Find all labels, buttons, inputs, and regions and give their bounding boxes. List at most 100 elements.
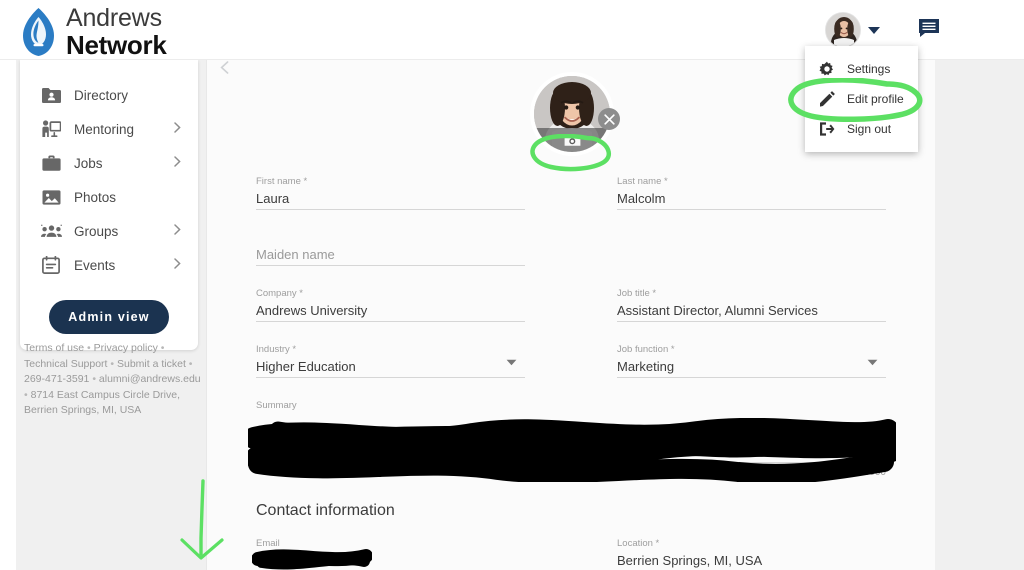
technical-support-link[interactable]: Technical Support	[24, 358, 107, 370]
last-name-field[interactable]: Last name * Malcolm	[617, 176, 886, 210]
groups-icon	[40, 220, 62, 242]
sidebar-item-label: Directory	[74, 87, 129, 103]
location-value[interactable]: Berrien Springs, MI, USA	[617, 550, 886, 570]
sidebar-item-events[interactable]: Events	[20, 248, 198, 282]
separator: •	[92, 373, 96, 385]
chevron-right-icon	[174, 120, 181, 138]
submit-ticket-link[interactable]: Submit a ticket	[117, 358, 186, 370]
gear-icon	[817, 61, 837, 77]
page-background-right	[935, 60, 1024, 570]
company-label: Company *	[256, 288, 303, 299]
page-background-left	[0, 60, 16, 570]
form-row-names: First name * Laura Last name * Malcolm	[256, 176, 886, 232]
industry-value[interactable]: Higher Education	[256, 356, 525, 378]
sign-out-icon	[817, 121, 837, 137]
sidebar-item-groups[interactable]: Groups	[20, 214, 198, 248]
maiden-name-spacer	[617, 232, 886, 266]
profile-dropdown-menu: Settings Edit profile Sign out	[805, 46, 918, 152]
location-field[interactable]: Location * Berrien Springs, MI, USA	[617, 538, 886, 570]
industry-select[interactable]: Industry * Higher Education	[256, 344, 525, 378]
profile-menu-trigger[interactable]	[825, 12, 880, 48]
separator: •	[24, 388, 28, 401]
job-function-select[interactable]: Job function * Marketing	[617, 344, 886, 378]
separator: •	[188, 357, 193, 370]
email-field[interactable]: Email	[256, 538, 525, 570]
message-icon[interactable]	[918, 18, 940, 43]
email-value[interactable]	[256, 550, 525, 570]
maiden-name-label	[256, 232, 525, 244]
sidebar: Directory Mentoring Jobs Photos Groups E…	[20, 60, 198, 350]
admin-view-button[interactable]: Admin view	[49, 300, 169, 334]
first-name-field[interactable]: First name * Laura	[256, 176, 525, 210]
first-name-value[interactable]: Laura	[256, 188, 525, 210]
email-link[interactable]: alumni@andrews.edu	[99, 373, 201, 385]
summary-textarea[interactable]	[256, 412, 886, 463]
calendar-icon	[40, 254, 62, 276]
separator: •	[160, 342, 165, 354]
summary-character-counter: 356 / 4000	[256, 467, 886, 478]
sidebar-item-photos[interactable]: Photos	[20, 180, 198, 214]
privacy-policy-link[interactable]: Privacy policy	[94, 342, 158, 354]
edit-profile-form: First name * Laura Last name * Malcolm M…	[256, 176, 886, 570]
chevron-right-icon	[174, 256, 181, 274]
location-label: Location *	[617, 538, 660, 549]
form-row-maiden: Maiden name	[256, 232, 886, 288]
page-root: Andrews Network Directory Mentoring Jobs…	[0, 0, 1024, 570]
job-title-field[interactable]: Job title * Assistant Director, Alumni S…	[617, 288, 886, 322]
menu-item-label: Edit profile	[847, 92, 904, 106]
menu-item-label: Settings	[847, 62, 891, 76]
email-label: Email	[256, 538, 280, 549]
sidebar-item-label: Groups	[74, 223, 119, 239]
phone-link[interactable]: 269-471-3591	[24, 373, 89, 385]
back-chevron-icon[interactable]	[220, 61, 229, 79]
sidebar-item-label: Jobs	[74, 155, 103, 171]
brand-line-1: Andrews	[66, 4, 162, 32]
summary-field[interactable]: Summary 356 / 4000	[256, 400, 886, 478]
form-row-industry: Industry * Higher Education Job function…	[256, 344, 886, 400]
last-name-label: Last name *	[617, 176, 668, 187]
form-row-contact: Email Location * Berrien Springs, MI, US…	[256, 538, 886, 570]
sidebar-item-jobs[interactable]: Jobs	[20, 146, 198, 180]
address-text: 8714 East Campus Circle Drive, Berrien S…	[24, 388, 180, 417]
menu-item-sign-out[interactable]: Sign out	[805, 114, 918, 144]
summary-label: Summary	[256, 400, 297, 411]
avatar	[825, 12, 861, 48]
job-title-value[interactable]: Assistant Director, Alumni Services	[617, 300, 886, 322]
photo-icon	[40, 186, 62, 208]
terms-of-use-link[interactable]: Terms of use	[24, 342, 84, 354]
counter-current: 356	[838, 467, 856, 478]
mentoring-icon	[40, 118, 62, 140]
menu-item-label: Sign out	[847, 122, 892, 136]
maiden-name-input[interactable]: Maiden name	[256, 244, 525, 266]
job-function-value[interactable]: Marketing	[617, 356, 886, 378]
industry-label: Industry *	[256, 344, 297, 355]
sidebar-item-label: Mentoring	[74, 121, 135, 137]
last-name-value[interactable]: Malcolm	[617, 188, 886, 210]
separator: •	[110, 357, 115, 370]
job-function-label: Job function *	[617, 344, 675, 355]
brand-line-2: Network	[66, 30, 167, 60]
pencil-icon	[817, 91, 837, 107]
sidebar-item-label: Photos	[74, 189, 117, 205]
menu-item-edit-profile[interactable]: Edit profile	[805, 84, 918, 114]
remove-avatar-button[interactable]	[598, 108, 620, 130]
brand-logo[interactable]: Andrews Network	[20, 4, 167, 60]
company-field[interactable]: Company * Andrews University	[256, 288, 525, 322]
flame-logo-icon	[23, 8, 54, 56]
directory-icon	[40, 84, 62, 106]
sidebar-item-label: Events	[74, 257, 116, 273]
briefcase-icon	[40, 152, 62, 174]
sidebar-footer: Terms of use • Privacy policy • Technica…	[24, 341, 202, 419]
first-name-label: First name *	[256, 176, 308, 187]
job-title-label: Job title *	[617, 288, 657, 299]
menu-item-settings[interactable]: Settings	[805, 54, 918, 84]
camera-icon[interactable]	[534, 128, 610, 152]
sidebar-item-directory[interactable]: Directory	[20, 78, 198, 112]
company-value[interactable]: Andrews University	[256, 300, 525, 322]
chevron-right-icon	[174, 154, 181, 172]
separator: •	[87, 342, 91, 354]
avatar-photo	[826, 13, 860, 47]
chevron-down-icon	[506, 353, 517, 371]
maiden-name-field[interactable]: Maiden name	[256, 232, 525, 266]
sidebar-item-mentoring[interactable]: Mentoring	[20, 112, 198, 146]
